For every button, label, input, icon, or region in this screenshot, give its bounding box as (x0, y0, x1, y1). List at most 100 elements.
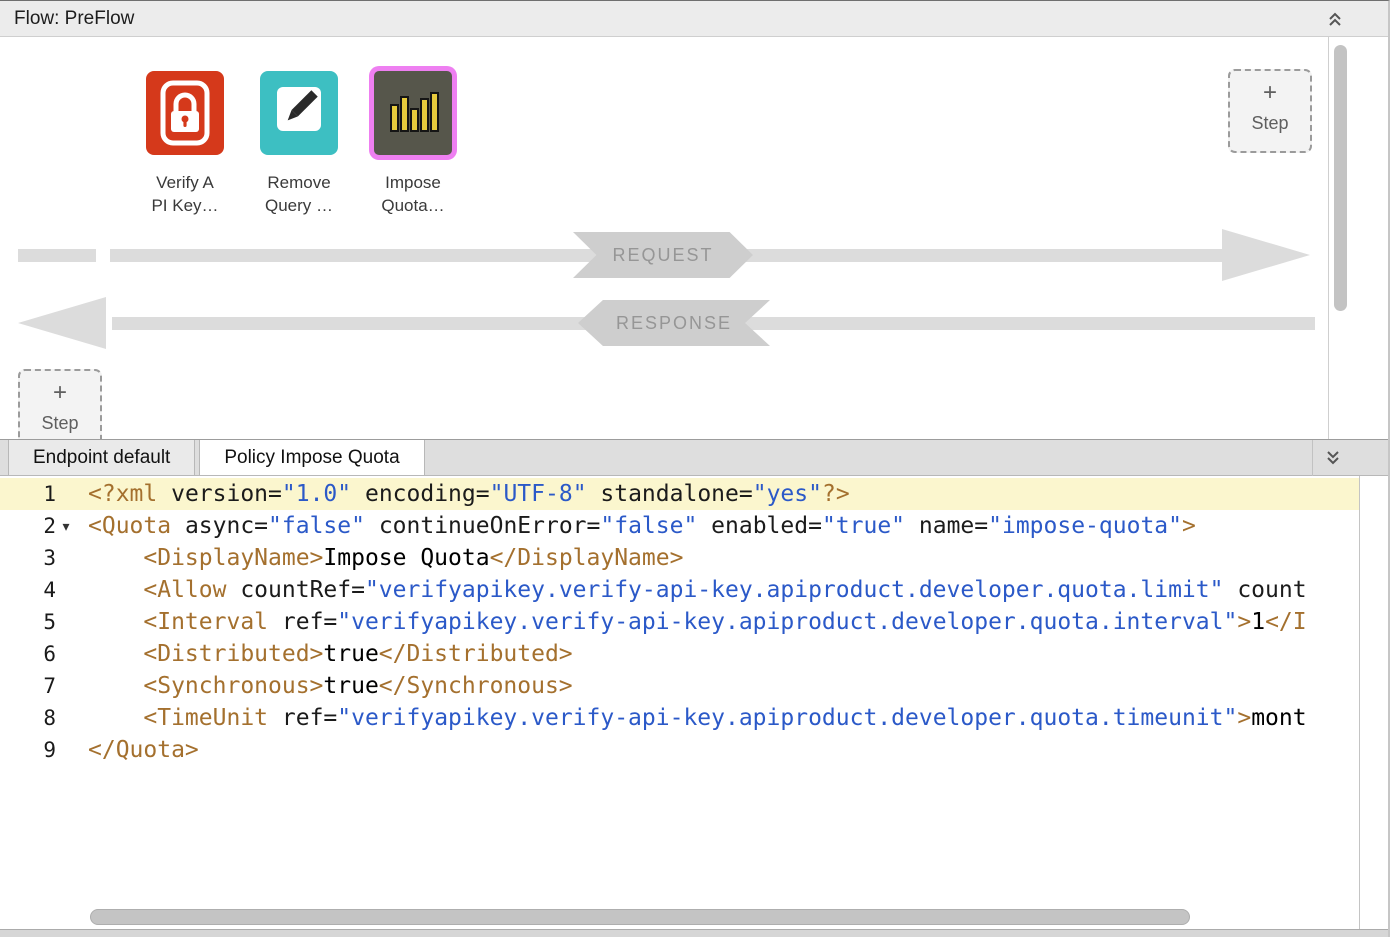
editor-panel: Endpoint default Policy Impose Quota 1 <?… (0, 439, 1388, 930)
editor-collapse-button[interactable] (1312, 440, 1352, 476)
code-line-8[interactable]: 8 <TimeUnit ref="verifyapikey.verify-api… (0, 702, 1359, 734)
quota-bars-icon (374, 71, 452, 155)
code-token: <TimeUnit (143, 705, 281, 731)
tab-strip: Endpoint default Policy Impose Quota (0, 439, 1388, 476)
code-token: enabled= (697, 513, 822, 539)
step-button-label: Step (41, 413, 78, 434)
policy-list: Verify A PI Key… Remove Query … Impose Q… (140, 71, 458, 217)
line-number: 4 (0, 574, 56, 606)
editor-horizontal-scrollbar-thumb[interactable] (90, 909, 1190, 925)
response-banner: RESPONSE (578, 300, 770, 346)
code-token: <Interval (143, 609, 281, 635)
code-line-6[interactable]: 6 <Distributed>true</Distributed> (0, 638, 1359, 670)
policy-label-line2: Query … (265, 194, 333, 217)
flow-panel: Flow: PreFlow Verify A PI Key… Remove Qu… (0, 1, 1388, 439)
line-gutter: 2▾ (0, 510, 76, 542)
window-bottom-edge (0, 929, 1388, 937)
code-line-7[interactable]: 7 <Synchronous>true</Synchronous> (0, 670, 1359, 702)
code-text: </Quota> (76, 734, 199, 766)
code-token (88, 609, 143, 635)
flow-title: Flow: PreFlow (14, 8, 134, 30)
code-line-2[interactable]: 2▾<Quota async="false" continueOnError="… (0, 510, 1359, 542)
flow-scrollbar-thumb[interactable] (1334, 45, 1347, 311)
code-token: <DisplayName> (143, 545, 323, 571)
code-token: count (1223, 577, 1306, 603)
step-button-label: Step (1251, 113, 1288, 134)
code-token: true (323, 673, 378, 699)
response-label: RESPONSE (616, 313, 732, 334)
request-flow-line-start (18, 249, 96, 262)
code-token: > (1237, 705, 1251, 731)
flow-header: Flow: PreFlow (0, 1, 1388, 37)
line-gutter: 8 (0, 702, 76, 734)
code-token: "impose-quota" (988, 513, 1182, 539)
line-gutter: 6 (0, 638, 76, 670)
fold-gutter-spacer (56, 542, 76, 574)
tab-policy-impose-quota[interactable]: Policy Impose Quota (199, 440, 424, 475)
code-token: <Distributed> (143, 641, 323, 667)
code-token: 1 (1251, 609, 1265, 635)
code-text: <Synchronous>true</Synchronous> (76, 670, 573, 702)
line-number: 6 (0, 638, 56, 670)
response-arrow-icon (18, 297, 106, 349)
code-line-9[interactable]: 9</Quota> (0, 734, 1359, 766)
code-token: encoding= (351, 481, 489, 507)
lock-icon (146, 71, 224, 155)
line-gutter: 3 (0, 542, 76, 574)
line-number: 1 (0, 478, 56, 510)
code-token: standalone= (587, 481, 753, 507)
code-text: <Allow countRef="verifyapikey.verify-api… (76, 574, 1307, 606)
code-token: </Distributed> (379, 641, 573, 667)
code-token: <?xml (88, 481, 171, 507)
code-line-1[interactable]: 1<?xml version="1.0" encoding="UTF-8" st… (0, 478, 1359, 510)
policy-verify-api-key[interactable]: Verify A PI Key… (140, 71, 230, 217)
plus-icon: + (53, 381, 67, 405)
code-token: </Synchronous> (379, 673, 573, 699)
code-token: ?> (822, 481, 850, 507)
policy-impose-quota[interactable]: Impose Quota… (368, 71, 458, 217)
code-text: <Distributed>true</Distributed> (76, 638, 573, 670)
code-line-5[interactable]: 5 <Interval ref="verifyapikey.verify-api… (0, 606, 1359, 638)
code-token: true (323, 641, 378, 667)
proxy-editor-window: Flow: PreFlow Verify A PI Key… Remove Qu… (0, 0, 1390, 937)
code-line-4[interactable]: 4 <Allow countRef="verifyapikey.verify-a… (0, 574, 1359, 606)
flow-canvas: Verify A PI Key… Remove Query … Impose Q… (0, 37, 1388, 439)
code-text: <Interval ref="verifyapikey.verify-api-k… (76, 606, 1307, 638)
code-token: "false" (268, 513, 365, 539)
code-text: <TimeUnit ref="verifyapikey.verify-api-k… (76, 702, 1307, 734)
code-token: countRef= (240, 577, 365, 603)
chevron-double-up-icon (1326, 10, 1344, 28)
flow-collapse-button[interactable] (1324, 8, 1346, 30)
request-banner: REQUEST (573, 232, 753, 278)
policy-label-line2: Quota… (381, 194, 444, 217)
code-token: mont (1251, 705, 1306, 731)
add-step-button-request[interactable]: + Step (1228, 69, 1312, 153)
fold-toggle-icon[interactable]: ▾ (56, 510, 76, 542)
code-editor[interactable]: 1<?xml version="1.0" encoding="UTF-8" st… (0, 476, 1388, 929)
request-arrow-icon (1222, 229, 1310, 281)
line-number: 2 (0, 510, 56, 542)
code-token: async= (185, 513, 268, 539)
code-text: <DisplayName>Impose Quota</DisplayName> (76, 542, 683, 574)
policy-label-line2: PI Key… (151, 194, 218, 217)
code-token: "verifyapikey.verify-api-key.apiproduct.… (365, 577, 1224, 603)
chevron-double-down-icon (1324, 449, 1342, 467)
code-token: > (1237, 609, 1251, 635)
code-lines: 1<?xml version="1.0" encoding="UTF-8" st… (0, 478, 1359, 766)
code-token: <Allow (143, 577, 240, 603)
fold-gutter-spacer (56, 734, 76, 766)
line-gutter: 5 (0, 606, 76, 638)
flow-scrollbar-track-divider (1328, 37, 1329, 439)
add-step-button-response[interactable]: + Step (18, 369, 102, 439)
line-gutter: 4 (0, 574, 76, 606)
tab-endpoint-default[interactable]: Endpoint default (8, 440, 195, 475)
line-number: 7 (0, 670, 56, 702)
request-label: REQUEST (612, 245, 713, 266)
code-line-3[interactable]: 3 <DisplayName>Impose Quota</DisplayName… (0, 542, 1359, 574)
code-token: </I (1265, 609, 1307, 635)
policy-remove-query[interactable]: Remove Query … (254, 71, 344, 217)
policy-label-line1: Remove (265, 171, 333, 194)
line-gutter: 1 (0, 478, 76, 510)
fold-gutter-spacer (56, 702, 76, 734)
fold-gutter-spacer (56, 606, 76, 638)
